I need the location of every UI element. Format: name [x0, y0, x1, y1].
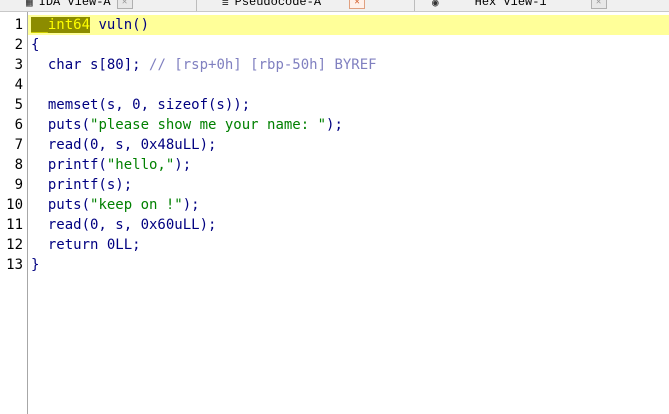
line-number: 10 [6, 197, 23, 213]
code-line-1[interactable]: __int64 vuln() [28, 15, 669, 35]
tab-bar: ▦ IDA View-A ✕ ≡ Pseudocode-A ✕ ◉ Hex Vi… [0, 0, 669, 12]
call-close: ); [174, 157, 192, 173]
code-line-7[interactable]: read(0, s, 0x48uLL); [31, 135, 217, 155]
line-number: 5 [14, 97, 23, 113]
code-line-12[interactable]: return 0LL; [31, 235, 141, 255]
tab-label: Pseudocode-A [234, 0, 322, 9]
return-type-token[interactable]: __int64 [31, 17, 91, 33]
call-puts[interactable]: puts( [31, 197, 90, 213]
code-line-13[interactable]: } [31, 255, 39, 275]
code-line-10[interactable]: puts("keep on !"); [31, 195, 200, 215]
line-number: 9 [14, 177, 23, 193]
code-line-3[interactable]: char s[80]; // [rsp+0h] [rbp-50h] BYREF [31, 55, 377, 75]
string-literal[interactable]: "keep on !" [90, 197, 183, 213]
tab-hex-view-1[interactable]: ◉ Hex View-1 ✕ [432, 0, 607, 11]
tab-label: IDA View-A [38, 0, 111, 9]
code-line-11[interactable]: read(0, s, 0x60uLL); [31, 215, 217, 235]
string-literal[interactable]: "please show me your name: " [90, 117, 326, 133]
stack-comment: // [rsp+0h] [rbp-50h] BYREF [149, 57, 377, 73]
line-number: 2 [14, 37, 23, 53]
close-icon[interactable]: ✕ [116, 0, 133, 9]
code-line-9[interactable]: printf(s); [31, 175, 132, 195]
line-number: 7 [14, 137, 23, 153]
hex-view-icon: ◉ [432, 0, 439, 9]
call-close: ); [182, 197, 200, 213]
line-number: 13 [6, 257, 23, 273]
line-number: 6 [14, 117, 23, 133]
line-number-gutter: 1 2 3 4 5 6 7 8 9 10 11 12 13 [0, 12, 28, 414]
call-puts[interactable]: puts( [31, 117, 90, 133]
tab-divider [196, 0, 197, 11]
close-icon[interactable]: ✕ [590, 0, 607, 9]
pseudocode-editor[interactable]: __int64 vuln() { char s[80]; // [rsp+0h]… [28, 12, 669, 414]
tab-divider [414, 0, 415, 11]
line-number: 11 [6, 217, 23, 233]
line-number: 1 [14, 17, 23, 33]
tab-pseudocode-a[interactable]: ≡ Pseudocode-A ✕ [222, 0, 366, 11]
line-number: 4 [14, 77, 23, 93]
code-line-2[interactable]: { [31, 35, 39, 55]
tab-ida-view-a[interactable]: ▦ IDA View-A ✕ [26, 0, 133, 11]
function-signature[interactable]: vuln() [90, 17, 149, 33]
close-icon[interactable]: ✕ [349, 0, 366, 9]
call-close: ); [326, 117, 343, 133]
code-line-5[interactable]: memset(s, 0, sizeof(s)); [31, 95, 250, 115]
call-printf[interactable]: printf( [31, 157, 107, 173]
pseudocode-icon: ≡ [222, 0, 229, 9]
ida-view-icon: ▦ [26, 0, 33, 9]
tab-label: Hex View-1 [474, 0, 547, 9]
code-line-6[interactable]: puts("please show me your name: "); [31, 115, 343, 135]
code-line-8[interactable]: printf("hello,"); [31, 155, 191, 175]
line-number: 8 [14, 157, 23, 173]
string-literal[interactable]: "hello," [107, 157, 174, 173]
variable-declaration[interactable]: char s[80]; [31, 57, 149, 73]
line-number: 3 [14, 57, 23, 73]
line-number: 12 [6, 237, 23, 253]
